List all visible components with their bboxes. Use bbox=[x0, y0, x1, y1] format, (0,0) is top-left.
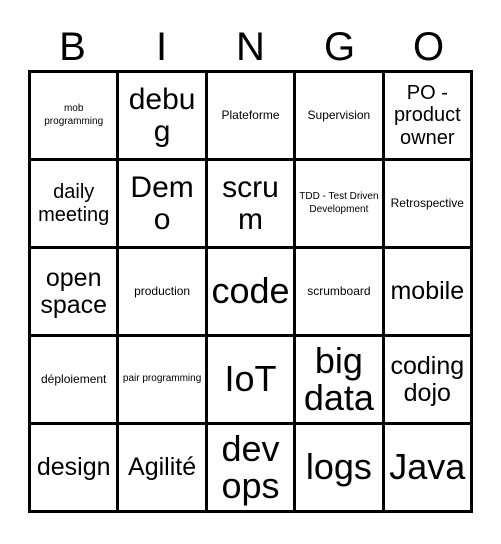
bingo-cell-r5c5[interactable]: Java bbox=[384, 425, 473, 513]
bingo-cell-label: scrumboard bbox=[307, 284, 371, 299]
bingo-cell-r4c5[interactable]: coding dojo bbox=[384, 337, 473, 425]
bingo-cell-label: big data bbox=[303, 339, 374, 418]
bingo-cell-r2c3[interactable]: scrum bbox=[207, 161, 297, 249]
bingo-header-row: B I N G O bbox=[28, 14, 473, 67]
bingo-cell-label: design bbox=[36, 453, 111, 481]
bingo-cell-label: Supervision bbox=[307, 108, 371, 123]
bingo-header-letter-n: N bbox=[236, 25, 265, 69]
bingo-cell-label: coding dojo bbox=[390, 351, 465, 407]
bingo-header-letter-g: G bbox=[323, 25, 356, 69]
bingo-header-letter-o: O bbox=[412, 25, 445, 69]
bingo-cell-label: mob programming bbox=[44, 103, 104, 127]
bingo-cell-r1c2[interactable]: debug bbox=[119, 73, 208, 161]
bingo-cell-r3c3[interactable]: code bbox=[207, 249, 297, 337]
bingo-cell-label: mobile bbox=[390, 277, 465, 305]
bingo-cell-r2c5[interactable]: Retrospective bbox=[384, 161, 473, 249]
bingo-cell-label: code bbox=[211, 270, 290, 312]
bingo-cell-label: pair programming bbox=[122, 373, 202, 385]
bingo-cell-r3c1[interactable]: open space bbox=[31, 249, 120, 337]
bingo-cell-label: Demo bbox=[130, 171, 194, 236]
bingo-cell-label: Retrospective bbox=[390, 196, 464, 211]
bingo-cell-r5c2[interactable]: Agilité bbox=[119, 425, 208, 513]
bingo-cell-r4c3[interactable]: IoT bbox=[207, 337, 297, 425]
bingo-cell-r5c1[interactable]: design bbox=[31, 425, 120, 513]
bingo-cell-r4c1[interactable]: déploiement bbox=[31, 337, 120, 425]
bingo-cell-r3c2[interactable]: production bbox=[119, 249, 208, 337]
bingo-card: B I N G O mob programming debug Platefor… bbox=[0, 0, 501, 544]
bingo-cell-r1c5[interactable]: PO - product owner bbox=[384, 73, 473, 161]
bingo-cell-label: logs bbox=[305, 446, 372, 488]
bingo-cell-label: IoT bbox=[224, 358, 277, 400]
bingo-cell-label: PO - product owner bbox=[393, 81, 461, 149]
bingo-cell-label: Plateforme bbox=[221, 108, 280, 123]
bingo-cell-label: déploiement bbox=[41, 372, 107, 387]
bingo-cell-label: dev ops bbox=[221, 427, 280, 506]
bingo-cell-r3c4[interactable]: scrumboard bbox=[296, 249, 385, 337]
bingo-cell-label: daily meeting bbox=[38, 181, 110, 226]
bingo-cell-r3c5[interactable]: mobile bbox=[384, 249, 473, 337]
bingo-cell-label: Agilité bbox=[128, 453, 197, 481]
bingo-cell-label: scrum bbox=[222, 171, 279, 236]
bingo-cell-r2c4[interactable]: TDD - Test Driven Development bbox=[296, 161, 385, 249]
bingo-grid: mob programming debug Plateforme Supervi… bbox=[28, 70, 473, 513]
bingo-cell-r1c1[interactable]: mob programming bbox=[31, 73, 120, 161]
bingo-cell-label: open space bbox=[40, 263, 108, 319]
bingo-cell-r2c2[interactable]: Demo bbox=[119, 161, 208, 249]
bingo-cell-r1c3[interactable]: Plateforme bbox=[207, 73, 297, 161]
bingo-cell-label: production bbox=[134, 284, 191, 299]
bingo-cell-label: Java bbox=[389, 446, 466, 488]
bingo-cell-r4c4[interactable]: big data bbox=[296, 337, 385, 425]
bingo-cell-label: debug bbox=[128, 83, 196, 148]
bingo-header-letter-i: I bbox=[155, 25, 168, 69]
bingo-header-letter-b: B bbox=[59, 25, 86, 69]
bingo-cell-r5c4[interactable]: logs bbox=[296, 425, 385, 513]
bingo-cell-r4c2[interactable]: pair programming bbox=[119, 337, 208, 425]
bingo-cell-r1c4[interactable]: Supervision bbox=[296, 73, 385, 161]
bingo-cell-r5c3[interactable]: dev ops bbox=[207, 425, 297, 513]
bingo-cell-label: TDD - Test Driven Development bbox=[299, 191, 379, 215]
bingo-cell-r2c1[interactable]: daily meeting bbox=[31, 161, 120, 249]
